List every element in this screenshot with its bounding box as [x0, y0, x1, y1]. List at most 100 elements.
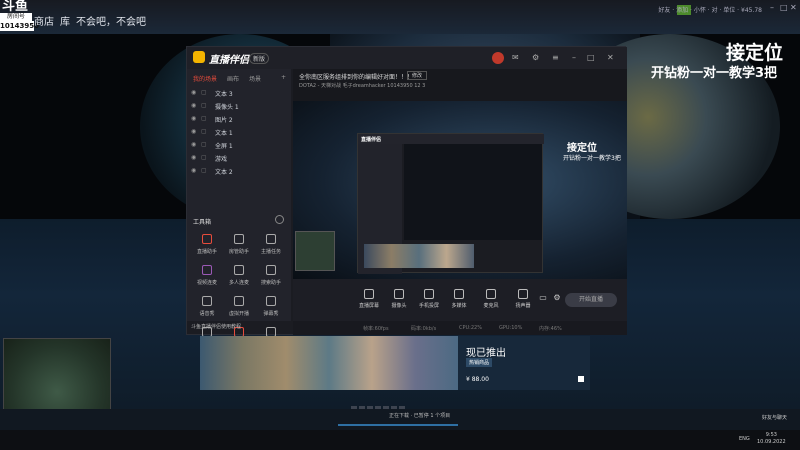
nav-store[interactable]: 商店: [34, 13, 54, 28]
video-icon: [202, 265, 212, 275]
source-row[interactable]: ◉ ▢ 图片 2: [191, 115, 287, 125]
screen-button[interactable]: 直播屏幕: [355, 289, 383, 309]
control-bar: 直播屏幕 摄像头 手机投屏 多媒体 麦克风 扬声器 ▭ ⚙ 开始直播: [293, 279, 627, 321]
tool-virtual-live[interactable]: 虚拟开播: [223, 296, 255, 324]
add-scene-button[interactable]: +: [281, 74, 286, 81]
microphone-icon: [486, 289, 496, 299]
maximize-icon[interactable]: □: [780, 3, 788, 12]
tool-video-link[interactable]: 视频连麦: [191, 265, 223, 293]
tool-search[interactable]: 搜索助手: [255, 265, 287, 293]
source-row[interactable]: ◉ ▢ 全屏 1: [191, 141, 287, 151]
lock-icon[interactable]: ▢: [201, 115, 207, 122]
lock-icon[interactable]: ▢: [201, 102, 207, 109]
carousel-dots[interactable]: [351, 394, 451, 409]
app-logo-icon: [193, 51, 205, 63]
carousel-price: ¥ 88.00: [466, 376, 489, 383]
settings-icon[interactable]: ⚙: [532, 53, 539, 62]
eye-icon[interactable]: ◉: [191, 167, 196, 174]
preview-header: 全你南区服务组排到你的编辑好对面！！！ 修改 DOTA2 - 天梯对战 毛子dr…: [293, 69, 627, 101]
avatar[interactable]: [492, 52, 504, 64]
camera-button[interactable]: 摄像头: [385, 289, 413, 309]
tutorial-link[interactable]: 斗鱼直播伴侣使用教程: [191, 323, 241, 330]
close-icon[interactable]: ✕: [607, 53, 614, 62]
room-tag: 房间号: [0, 13, 32, 21]
bitrate-stat: 码率:0kb/s: [411, 326, 437, 332]
source-row[interactable]: ◉ ▢ 文本 2: [191, 167, 287, 177]
lock-icon[interactable]: ▢: [201, 89, 207, 96]
nested-header: 直播伴侣: [358, 134, 544, 144]
game-capture: 直播伴侣: [293, 101, 627, 279]
nav-community[interactable]: 不会吧，不会吧: [76, 13, 146, 28]
tool-live-assistant[interactable]: 直播助手: [191, 234, 223, 262]
app-header: 直播伴侣 新版 ✉ ⚙ ≡ – □ ✕: [187, 47, 627, 69]
maximize-icon[interactable]: □: [587, 53, 595, 62]
mail-icon[interactable]: ✉: [512, 53, 519, 62]
eye-icon[interactable]: ◉: [191, 89, 196, 96]
nested-preview: [404, 144, 542, 240]
steam-header: 斗鱼 房间号 10143950 商店 库 不会吧，不会吧 好友 · 添加 · 小…: [0, 0, 800, 34]
toolbox-toggle-icon[interactable]: [275, 215, 284, 224]
tab-scene-2[interactable]: 场景: [249, 74, 261, 83]
eye-icon[interactable]: ◉: [191, 128, 196, 135]
eye-icon[interactable]: ◉: [191, 154, 196, 161]
tool-multi-link[interactable]: 多人连麦: [223, 265, 255, 293]
source-row[interactable]: ◉ ▢ 文本 3: [191, 89, 287, 99]
eye-icon[interactable]: ◉: [191, 115, 196, 122]
user-icon: [234, 234, 244, 244]
version-badge[interactable]: 新版: [249, 53, 270, 64]
friends-chat-button[interactable]: 好友与聊天: [762, 414, 787, 421]
nav-library[interactable]: 库: [60, 13, 70, 28]
eye-icon[interactable]: ◉: [191, 102, 196, 109]
carousel-image[interactable]: [200, 336, 458, 390]
language-indicator[interactable]: ENG: [739, 436, 750, 442]
source-row[interactable]: ◉ ▢ 文本 1: [191, 128, 287, 138]
assistant-icon: [202, 234, 212, 244]
edit-title-button[interactable]: 修改: [407, 71, 428, 80]
lock-icon[interactable]: ▢: [201, 141, 207, 148]
menu-icon[interactable]: ≡: [552, 53, 559, 62]
stream-title: 全你南区服务组排到你的编辑好对面！！！: [299, 74, 414, 81]
lock-icon[interactable]: ▢: [201, 167, 207, 174]
speaker-icon: [518, 289, 528, 299]
download-status[interactable]: 正在下载 · 已暂停 1 个项目: [389, 412, 450, 419]
close-icon[interactable]: ✕: [790, 3, 797, 12]
scene-panel: 我的场景 画布 场景 + ◉ ▢ 文本 3 ◉ ▢ 摄像头 1 ◉ ▢ 图片 2 ◉ ▢ 文本 …: [187, 69, 291, 337]
room-id: 10143950: [0, 21, 39, 31]
microphone-button[interactable]: 麦克风: [477, 289, 505, 309]
source-row[interactable]: ◉ ▢ 摄像头 1: [191, 102, 287, 112]
camera-icon: [394, 289, 404, 299]
nested-app-name: 直播伴侣: [361, 137, 382, 143]
tab-scenes[interactable]: 我的场景: [193, 74, 217, 83]
minimize-icon[interactable]: –: [572, 53, 576, 62]
streamer-app-window: 直播伴侣 新版 ✉ ⚙ ≡ – □ ✕ 我的场景 画布 场景 + ◉ ▢ 文本 3 …: [186, 46, 627, 337]
tool-streamer-task[interactable]: 主播任务: [255, 234, 287, 262]
phone-cast-button[interactable]: 手机投屏: [415, 289, 443, 309]
eye-icon[interactable]: ◉: [191, 141, 196, 148]
app-name: 直播伴侣: [209, 55, 249, 66]
store-carousel[interactable]: 现已推出 热销商品 ¥ 88.00: [200, 336, 590, 390]
preview-minimap: [295, 231, 335, 271]
lock-icon[interactable]: ▢: [201, 154, 207, 161]
tab-canvas[interactable]: 画布: [227, 74, 239, 83]
source-row[interactable]: ◉ ▢ 游戏: [191, 154, 287, 164]
clock[interactable]: 9:53 10.09.2022: [757, 432, 786, 446]
status-bar: 帧率:60fps 码率:0kb/s CPU:22% GPU:10% 内存:46%: [293, 321, 627, 335]
toolbox-title: 工具箱: [193, 219, 212, 226]
media-button[interactable]: 多媒体: [445, 289, 473, 309]
download-progress: [338, 424, 458, 426]
tool-danmaku-show[interactable]: 弹幕秀: [255, 296, 287, 324]
avatar-icon: [234, 296, 244, 306]
tool-room-manager[interactable]: 房管助手: [223, 234, 255, 262]
phone-icon: [424, 289, 434, 299]
account-info[interactable]: 好友 · 添加 · 小怀 · 对 · 单位 · ¥45.78: [658, 5, 762, 15]
cpu-stat: CPU:22%: [459, 325, 482, 331]
preview-overlay-title: 接定位: [567, 143, 597, 154]
stream-preview: 全你南区服务组排到你的编辑好对面！！！ 修改 DOTA2 - 天梯对战 毛子dr…: [293, 69, 627, 279]
go-live-button[interactable]: 开始直播: [565, 293, 617, 307]
tool-voice-show[interactable]: 语音秀: [191, 296, 223, 324]
nested-banner: [364, 244, 474, 268]
lock-icon[interactable]: ▢: [201, 128, 207, 135]
taskbar: [0, 430, 800, 450]
carousel-tag: 热销商品: [466, 358, 493, 367]
minimize-icon[interactable]: –: [770, 3, 774, 12]
